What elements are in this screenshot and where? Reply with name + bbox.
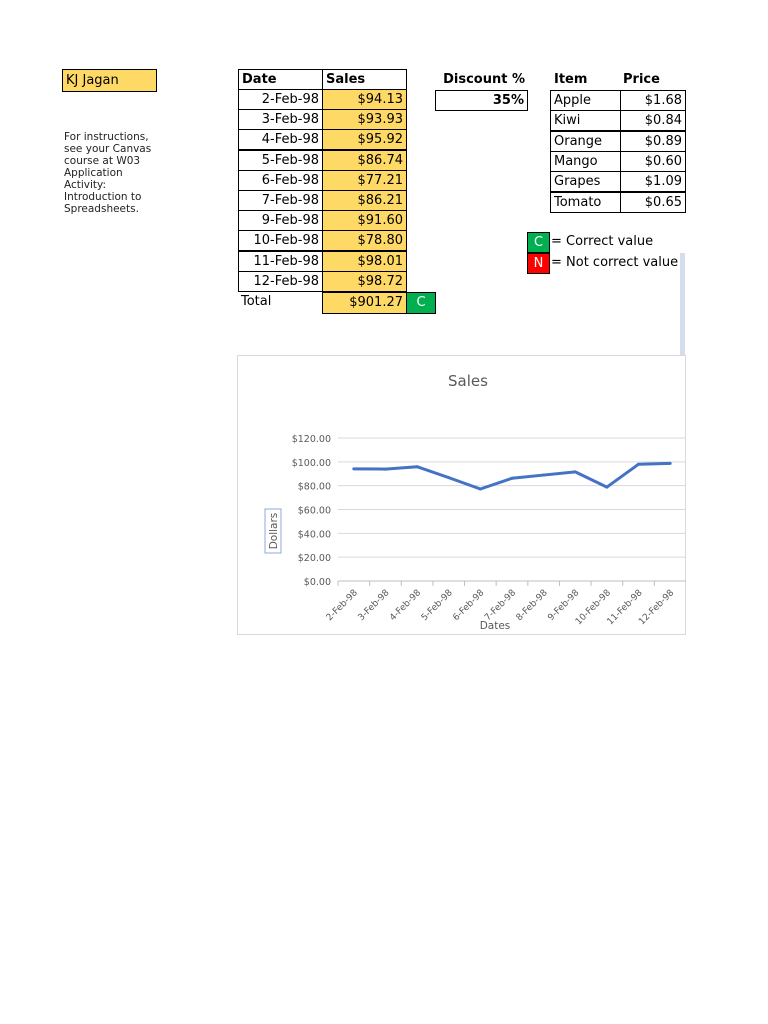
spreadsheet-page: KJ Jagan For instructions, see your Canv… [0,0,768,1024]
sales-cell[interactable]: $98.01 [322,250,407,272]
date-cell[interactable]: 5-Feb-98 [238,149,323,171]
date-cell[interactable]: 3-Feb-98 [238,109,323,131]
price-cell[interactable]: $0.65 [620,191,686,213]
selection-handle[interactable] [680,253,685,355]
x-axis-title: Dates [480,620,511,632]
date-cell[interactable]: 4-Feb-98 [238,129,323,151]
instructions-note: For instructions, see your Canvas course… [64,131,152,215]
y-tick-label: $80.00 [298,482,331,493]
y-tick-label: $0.00 [304,577,331,588]
total-check-badge: C [406,292,436,314]
sales-cell[interactable]: $86.21 [322,190,407,211]
item-cell[interactable]: Mango [550,150,621,172]
data-point [542,473,546,477]
y-axis-title: Dollars [268,513,280,550]
item-cell[interactable]: Orange [550,130,621,152]
x-tick-label: 5-Feb-98 [420,588,455,623]
x-tick-label: 2-Feb-98 [325,588,360,623]
y-tick-label: $20.00 [298,553,331,564]
price-cell[interactable]: $1.09 [620,171,686,193]
sales-cell[interactable]: $93.93 [322,109,407,131]
data-point [415,465,419,469]
date-cell[interactable]: 6-Feb-98 [238,169,323,191]
y-tick-label: $120.00 [292,434,331,445]
sales-cell[interactable]: $78.80 [322,230,407,252]
header-sales: Sales [322,69,407,90]
x-tick-label: 4-Feb-98 [388,588,423,623]
sales-cell[interactable]: $98.72 [322,270,407,292]
price-cell[interactable]: $0.60 [620,150,686,172]
legend-correct-text: = Correct value [551,234,654,249]
discount-value[interactable]: 35% [435,90,528,111]
sales-cell[interactable]: $94.13 [322,89,407,110]
sales-line [353,461,671,491]
total-value[interactable]: $901.27 [322,292,407,314]
data-point [668,461,672,465]
chart-title: Sales [448,372,488,390]
date-cell[interactable]: 11-Feb-98 [238,250,323,272]
data-point [352,467,356,471]
sales-cell[interactable]: $86.74 [322,149,407,171]
sales-cell[interactable]: $77.21 [322,169,407,191]
sales-chart[interactable]: Sales $0.00 $20.00 $40.00 $60.00 $80.00 $100.0… [237,355,686,635]
sales-cell[interactable]: $91.60 [322,210,407,232]
data-point [510,476,514,480]
x-tick-label: 8-Feb-98 [515,588,550,623]
total-label: Total [241,294,272,309]
sales-cell[interactable]: $95.92 [322,129,407,151]
item-cell[interactable]: Kiwi [550,110,621,132]
header-date: Date [238,69,323,90]
y-tick-label: $40.00 [298,529,331,540]
header-price: Price [623,72,660,87]
chart-svg: Sales $0.00 $20.00 $40.00 $60.00 $80.00 $100.0… [264,372,686,632]
price-cell[interactable]: $1.68 [620,90,686,111]
x-tick-label: 7-Feb-98 [483,588,518,623]
date-cell[interactable]: 12-Feb-98 [238,270,323,292]
date-cell[interactable]: 10-Feb-98 [238,230,323,252]
legend-incorrect-badge: N [527,253,550,274]
data-point [605,485,609,489]
item-cell[interactable]: Tomato [550,191,621,213]
data-point [637,462,641,466]
data-point [478,487,482,491]
y-tick-label: $100.00 [292,458,331,469]
discount-label: Discount % [443,72,525,87]
data-point [383,467,387,471]
item-cell[interactable]: Apple [550,90,621,111]
date-cell[interactable]: 2-Feb-98 [238,89,323,110]
price-cell[interactable]: $0.84 [620,110,686,132]
y-tick-label: $60.00 [298,506,331,517]
price-cell[interactable]: $0.89 [620,130,686,152]
header-item: Item [554,72,588,87]
x-tick-label: 3-Feb-98 [356,588,391,623]
legend-correct-badge: C [527,232,550,253]
x-tick-label: 6-Feb-98 [451,588,486,623]
date-cell[interactable]: 9-Feb-98 [238,210,323,232]
data-point [573,470,577,474]
name-cell[interactable]: KJ Jagan [62,69,157,92]
data-point [447,476,451,480]
legend-incorrect-text: = Not correct value [551,255,679,270]
item-cell[interactable]: Grapes [550,171,621,193]
date-cell[interactable]: 7-Feb-98 [238,190,323,211]
